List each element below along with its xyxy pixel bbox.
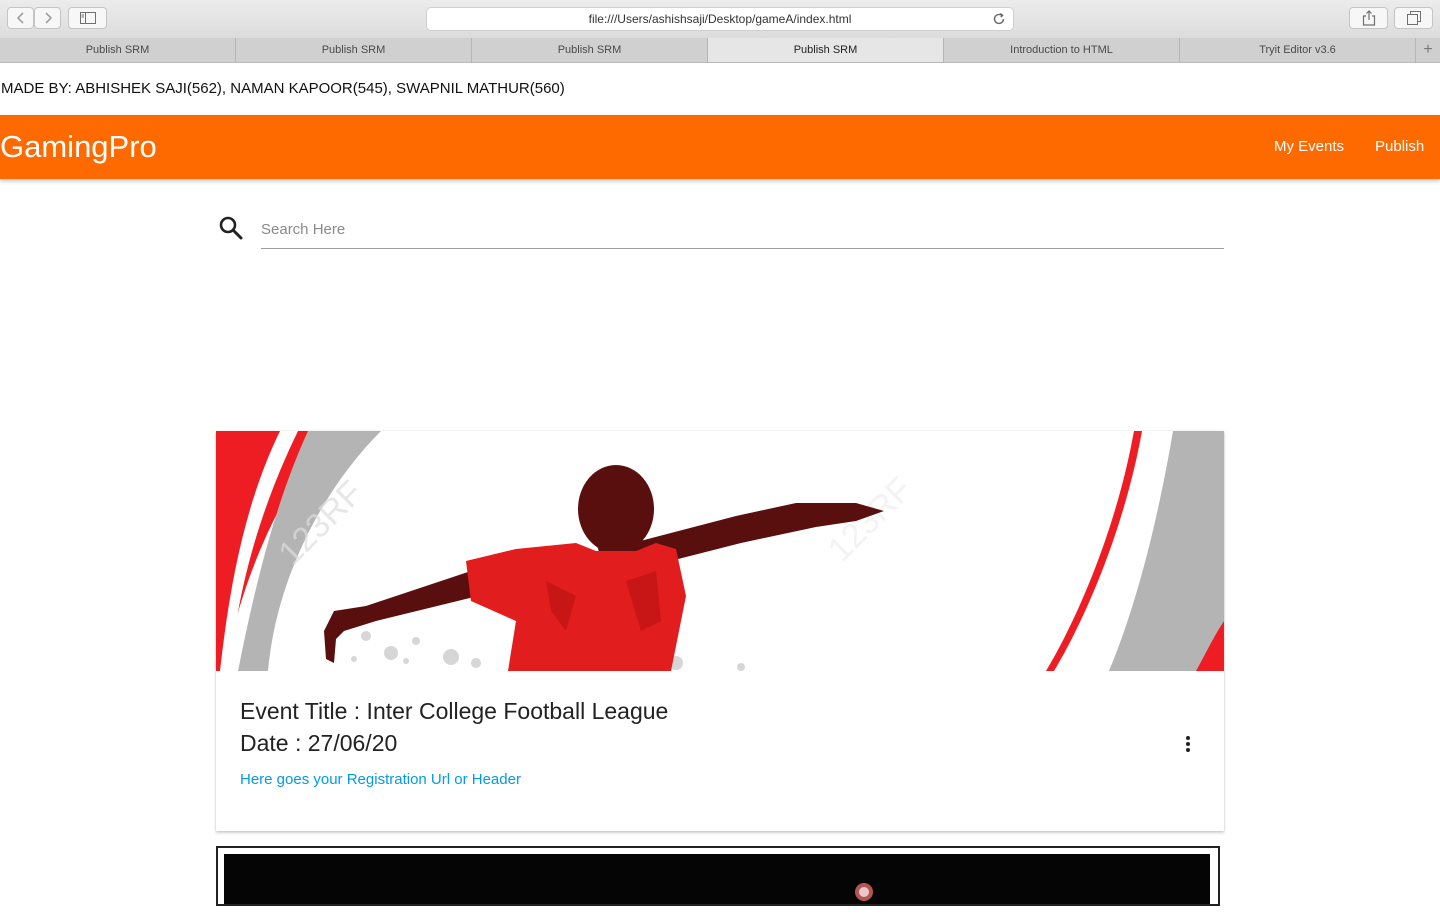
sidebar-icon <box>79 12 96 24</box>
event-title: Event Title : Inter College Football Lea… <box>240 698 669 724</box>
tab-publish-srm-2[interactable]: Publish SRM <box>236 38 472 62</box>
football-player-illustration: 123RF 123RF <box>216 431 1224 671</box>
event-card-image: 123RF 123RF <box>216 431 1224 671</box>
tab-tryit-editor[interactable]: Tryit Editor v3.6 <box>1180 38 1416 62</box>
brand-logo[interactable]: GamingPro <box>0 129 157 165</box>
event-card-2 <box>216 846 1220 906</box>
tab-label: Tryit Editor v3.6 <box>1259 44 1336 56</box>
back-button[interactable] <box>7 7 34 29</box>
share-icon <box>1362 10 1375 26</box>
address-url: file:///Users/ashishsaji/Desktop/gameA/i… <box>588 12 852 26</box>
back-icon <box>16 12 24 24</box>
search-underline <box>261 248 1224 249</box>
reload-icon[interactable] <box>991 11 1007 27</box>
search-icon <box>219 216 243 240</box>
tab-label: Publish SRM <box>85 44 150 56</box>
nav-publish[interactable]: Publish <box>1375 138 1424 155</box>
tab-publish-srm-3[interactable]: Publish SRM <box>472 38 708 62</box>
credits-text: MADE BY: ABHISHEK SAJI(562), NAMAN KAPOO… <box>1 80 565 97</box>
search-input[interactable] <box>261 215 1224 243</box>
new-tab-icon: + <box>1423 41 1433 58</box>
share-button[interactable] <box>1349 7 1388 29</box>
sidebar-button[interactable] <box>68 7 107 29</box>
event-card-2-image <box>224 854 1210 904</box>
address-bar[interactable]: file:///Users/ashishsaji/Desktop/gameA/i… <box>426 7 1014 31</box>
tab-bar: Publish SRM Publish SRM Publish SRM Publ… <box>0 38 1440 63</box>
tab-publish-srm-active[interactable]: Publish SRM <box>708 38 944 62</box>
new-tab-button[interactable]: + <box>1416 38 1440 62</box>
forward-icon <box>44 12 52 24</box>
navbar: GamingPro My Events Publish <box>0 115 1440 179</box>
event-card: 123RF 123RF Event Title : Inter College … <box>216 431 1224 831</box>
tabs-overview-button[interactable] <box>1394 7 1433 29</box>
event-date: Date : 27/06/20 <box>240 730 398 756</box>
tab-introduction-to-html[interactable]: Introduction to HTML <box>944 38 1180 62</box>
browser-toolbar: file:///Users/ashishsaji/Desktop/gameA/i… <box>0 0 1440 39</box>
tab-publish-srm-1[interactable]: Publish SRM <box>0 38 236 62</box>
more-vert-icon[interactable] <box>1180 733 1196 755</box>
tab-label: Introduction to HTML <box>1010 44 1113 56</box>
registration-link[interactable]: Here goes your Registration Url or Heade… <box>240 771 521 788</box>
forward-button[interactable] <box>34 7 61 29</box>
tab-label: Publish SRM <box>321 44 386 56</box>
nav-my-events[interactable]: My Events <box>1274 138 1344 155</box>
tab-label: Publish SRM <box>557 44 622 56</box>
tabs-overview-icon <box>1406 11 1421 25</box>
event-card-2-figure <box>855 883 873 901</box>
tab-label: Publish SRM <box>793 44 858 56</box>
